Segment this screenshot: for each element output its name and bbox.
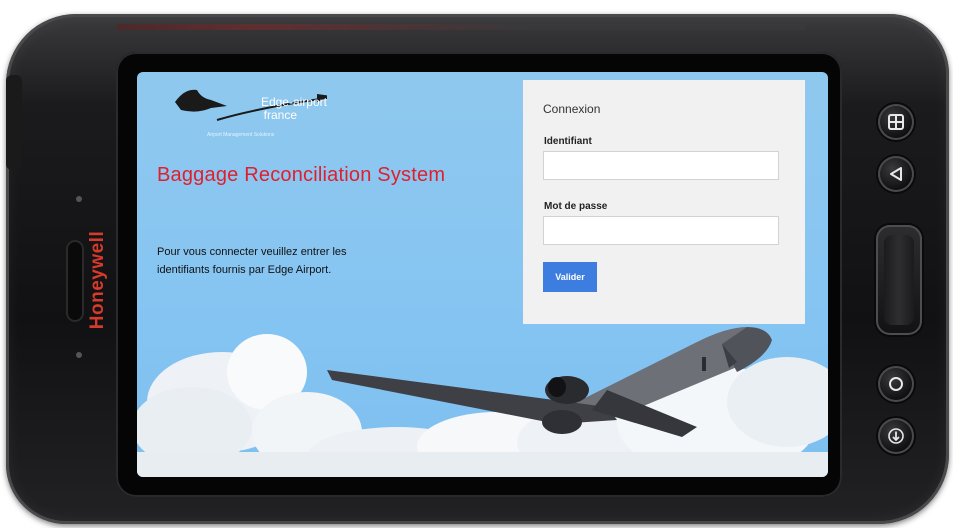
logo-tagline: Airport Management Solutions bbox=[207, 132, 275, 138]
back-triangle-icon[interactable] bbox=[878, 156, 914, 192]
logo-wordmark: Edge-airport france bbox=[237, 96, 327, 122]
grid-icon[interactable] bbox=[878, 104, 914, 140]
rocker-inner bbox=[884, 235, 914, 325]
intro-text: Pour vous connecter veuillez entrer les … bbox=[157, 246, 347, 276]
login-panel: Connexion Identifiant Mot de passe Valid… bbox=[523, 80, 805, 324]
login-heading: Connexion bbox=[543, 102, 601, 116]
submit-button[interactable]: Valider bbox=[543, 262, 597, 292]
volume-rocker[interactable] bbox=[876, 225, 922, 335]
brand-label: Honeywell bbox=[87, 230, 109, 330]
logo-line2: france bbox=[263, 108, 297, 122]
circle-home-icon[interactable] bbox=[878, 366, 914, 402]
down-arrow-icon[interactable] bbox=[878, 418, 914, 454]
password-label: Mot de passe bbox=[544, 201, 608, 212]
device-top-edge bbox=[116, 24, 806, 30]
page-title: Baggage Reconciliation System bbox=[157, 164, 446, 186]
logo-line1: Edge-airport bbox=[260, 95, 327, 109]
edge-airport-logo: Edge-airport france Airport Management S… bbox=[167, 80, 332, 140]
password-field[interactable] bbox=[543, 216, 779, 245]
username-label: Identifiant bbox=[544, 136, 592, 147]
username-field[interactable] bbox=[543, 151, 779, 180]
screen: Edge-airport france Airport Management S… bbox=[137, 72, 828, 477]
side-button-left[interactable] bbox=[6, 75, 22, 170]
